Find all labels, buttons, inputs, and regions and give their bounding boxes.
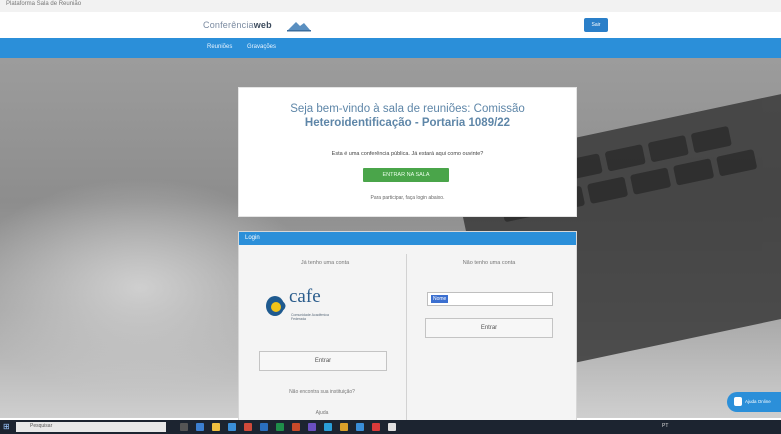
app-icon-1[interactable] bbox=[356, 423, 364, 431]
login-right-title: Não tenho uma conta bbox=[462, 260, 516, 266]
welcome-title: Seja bem-vindo à sala de reuniões: Comis… bbox=[259, 102, 556, 130]
login-header-label: Login bbox=[245, 235, 260, 241]
brand-bold: web bbox=[253, 20, 272, 30]
os-taskbar: ⊞ Pesquisar PT bbox=[0, 420, 781, 434]
file-explorer-icon[interactable] bbox=[212, 423, 220, 431]
powerpoint-icon[interactable] bbox=[292, 423, 300, 431]
rnp-logo-icon bbox=[287, 22, 311, 32]
chat-label: Ajuda Online bbox=[745, 399, 771, 404]
welcome-subtitle: Esta é uma conferência pública. Já estar… bbox=[331, 151, 484, 157]
browser-title: Plataforma Sala de Reunião bbox=[6, 1, 82, 7]
welcome-note: Para participar, faça login abaixo. bbox=[370, 195, 445, 201]
word-icon[interactable] bbox=[260, 423, 268, 431]
task-view-icon[interactable] bbox=[180, 423, 188, 431]
find-institution-link[interactable]: Não encontra sua instituição? bbox=[252, 389, 392, 395]
header-button[interactable]: Sair bbox=[584, 18, 608, 32]
enter-room-button[interactable]: ENTRAR NA SALA bbox=[363, 168, 449, 182]
guest-name-value: Nome bbox=[431, 295, 449, 303]
folder-icon[interactable] bbox=[340, 423, 348, 431]
brand-name[interactable]: Conferênciaweb bbox=[203, 20, 272, 30]
login-header: Login bbox=[239, 232, 576, 245]
guest-name-input[interactable]: Nome bbox=[427, 292, 553, 306]
app-icon-2[interactable] bbox=[372, 423, 380, 431]
login-panel: Login Já tenho uma conta Não tenho uma c… bbox=[238, 231, 577, 423]
guest-login-button[interactable]: Entrar bbox=[425, 318, 553, 338]
edge-icon[interactable] bbox=[196, 423, 204, 431]
brand-light: Conferência bbox=[203, 20, 254, 30]
chat-icon bbox=[734, 397, 742, 406]
nav-item-recordings[interactable]: Gravações bbox=[247, 44, 276, 50]
login-divider bbox=[406, 254, 407, 422]
taskbar-search-placeholder: Pesquisar bbox=[30, 423, 53, 429]
top-navbar: Reuniões Gravações bbox=[0, 38, 781, 58]
institution-login-button[interactable]: Entrar bbox=[259, 351, 387, 371]
chrome-icon[interactable] bbox=[244, 423, 252, 431]
windows-start-icon[interactable]: ⊞ bbox=[3, 422, 13, 432]
help-link[interactable]: Ajuda bbox=[252, 410, 392, 416]
excel-icon[interactable] bbox=[276, 423, 284, 431]
system-tray-text[interactable]: PT bbox=[662, 423, 668, 429]
taskbar-search-input[interactable]: Pesquisar bbox=[16, 422, 166, 432]
cafe-tagline: Comunidade Acadêmica Federada bbox=[291, 313, 329, 321]
site-header: Conferênciaweb Sair bbox=[0, 12, 781, 38]
app-icon-3[interactable] bbox=[388, 423, 396, 431]
teams-icon[interactable] bbox=[308, 423, 316, 431]
login-left-title: Já tenho uma conta bbox=[300, 260, 350, 266]
nav-item-meetings[interactable]: Reuniões bbox=[207, 44, 232, 50]
welcome-title-line2: Heteroidentificação - Portaria 1089/22 bbox=[304, 117, 511, 129]
welcome-card: Seja bem-vindo à sala de reuniões: Comis… bbox=[238, 87, 577, 217]
help-chat-button[interactable]: Ajuda Online bbox=[727, 392, 781, 412]
cafe-logo-text: cafe bbox=[289, 286, 321, 307]
store-icon[interactable] bbox=[228, 423, 236, 431]
welcome-title-line1: Seja bem-vindo à sala de reuniões: Comis… bbox=[290, 103, 525, 115]
outlook-icon[interactable] bbox=[324, 423, 332, 431]
cafe-cup-icon bbox=[266, 296, 286, 316]
